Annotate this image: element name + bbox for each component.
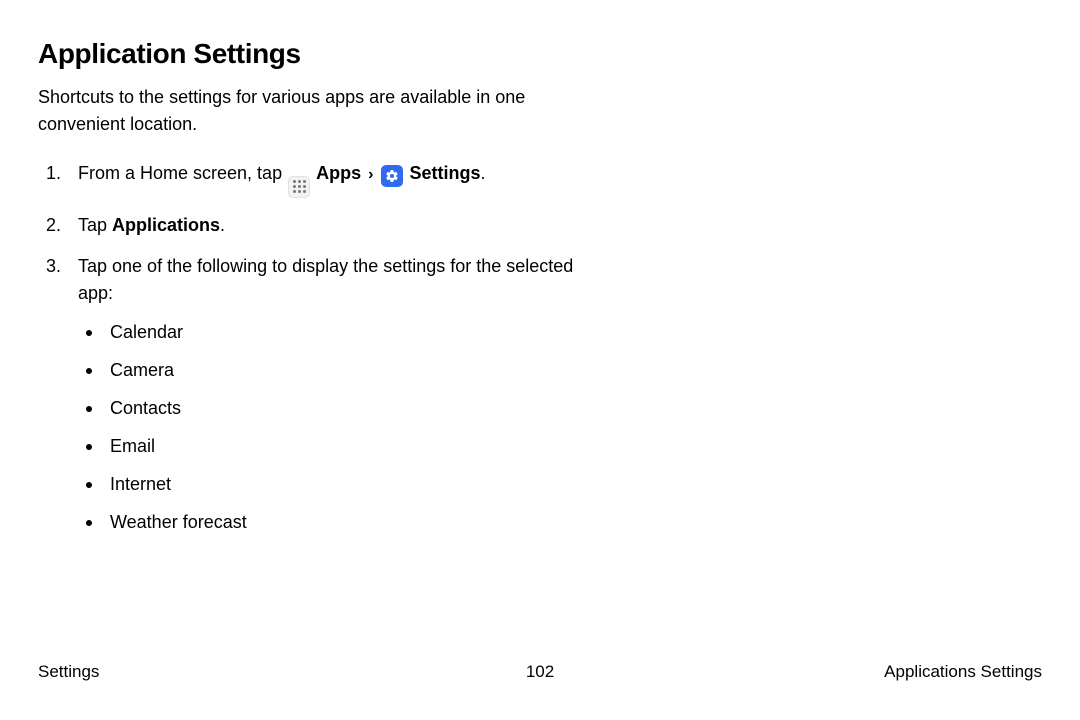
apps-label: Apps <box>316 163 361 183</box>
footer-left: Settings <box>38 662 99 682</box>
step-1-suffix: . <box>480 163 485 183</box>
settings-icon <box>381 165 403 187</box>
app-bullet-list: Calendar Camera Contacts Email Internet … <box>78 323 598 531</box>
step-3: Tap one of the following to display the … <box>38 253 598 531</box>
list-item: Email <box>78 437 598 455</box>
steps-list: From a Home screen, tap Apps › Settings.… <box>38 160 598 531</box>
footer-page-number: 102 <box>526 662 554 682</box>
apps-grid-icon <box>293 180 306 193</box>
page-subtitle: Shortcuts to the settings for various ap… <box>38 84 558 138</box>
page-title: Application Settings <box>38 38 1042 70</box>
step-1-prefix: From a Home screen, tap <box>78 163 287 183</box>
list-item: Camera <box>78 361 598 379</box>
list-item: Weather forecast <box>78 513 598 531</box>
step-2: Tap Applications. <box>38 212 598 239</box>
step-3-text: Tap one of the following to display the … <box>78 256 573 303</box>
apps-icon <box>288 176 310 198</box>
list-item: Calendar <box>78 323 598 341</box>
step-2-prefix: Tap <box>78 215 112 235</box>
page-footer: Settings 102 Applications Settings <box>38 662 1042 682</box>
gear-icon <box>385 169 399 183</box>
step-1: From a Home screen, tap Apps › Settings. <box>38 160 598 198</box>
footer-right: Applications Settings <box>884 662 1042 682</box>
list-item: Internet <box>78 475 598 493</box>
list-item: Contacts <box>78 399 598 417</box>
step-2-bold: Applications <box>112 215 220 235</box>
step-2-suffix: . <box>220 215 225 235</box>
chevron-right-icon: › <box>368 166 373 183</box>
settings-label: Settings <box>409 163 480 183</box>
